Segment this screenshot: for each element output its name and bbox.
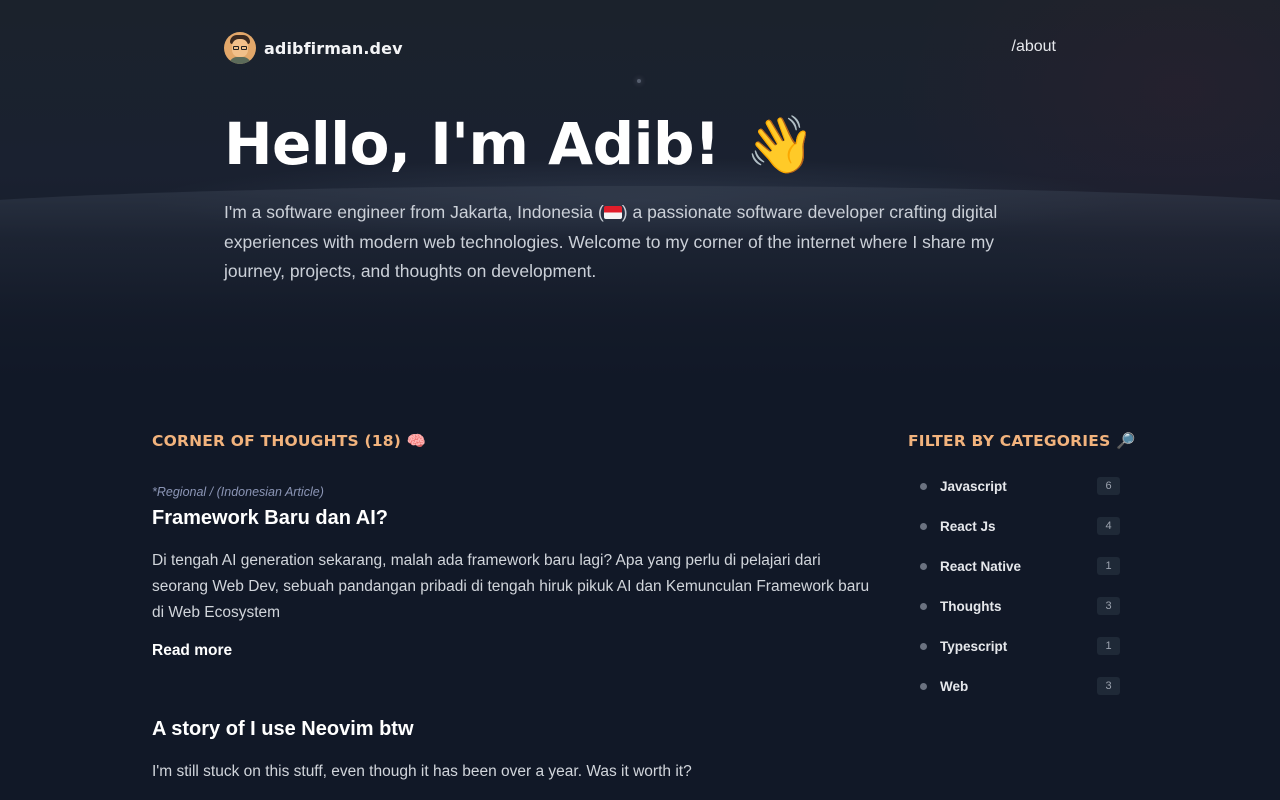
read-more-link[interactable]: Read more [152,642,232,660]
brand-link[interactable]: adibfirman.dev [224,32,403,64]
category-item-thoughts[interactable]: Thoughts 3 [920,596,1120,616]
post-title-link[interactable]: Framework Baru dan AI? [152,504,388,532]
hero-description: I'm a software engineer from Jakarta, In… [224,198,1024,287]
star-decoration [637,79,641,83]
category-label: Thoughts [940,598,1002,614]
bullet-dot-icon [920,482,927,490]
page: adibfirman.dev /about Hello, I'm Adib! 👋… [0,0,1280,800]
category-item-typescript[interactable]: Typescript 1 [920,636,1120,656]
category-label: Web [940,678,969,694]
hero-description-part1: I'm a software engineer from Jakarta, In… [224,202,604,222]
category-count-badge: 1 [1097,637,1120,655]
bullet-dot-icon [920,522,927,530]
category-label: Typescript [940,638,1008,654]
avatar [224,32,256,64]
nav-about-link[interactable]: /about [1012,38,1056,56]
bullet-dot-icon [920,562,927,570]
bullet-dot-icon [920,642,927,650]
indonesia-flag-icon [603,206,622,219]
filter-section-heading: FILTER BY CATEGORIES 🔎 [908,432,1136,450]
category-item-web[interactable]: Web 3 [920,676,1120,696]
hero-title-text: Hello, I'm Adib! [224,110,720,178]
category-count-badge: 4 [1097,517,1120,535]
category-count-badge: 6 [1097,477,1120,495]
site-header: adibfirman.dev /about [224,32,1056,64]
post-excerpt: Di tengah AI generation sekarang, malah … [152,552,870,621]
brand-name: adibfirman.dev [264,38,403,58]
category-count-badge: 1 [1097,557,1120,575]
category-item-react-native[interactable]: React Native 1 [920,556,1120,576]
category-count-badge: 3 [1097,597,1120,615]
category-count-badge: 3 [1097,677,1120,695]
bullet-dot-icon [920,602,927,610]
category-label: React Js [940,518,996,534]
category-label: Javascript [940,478,1007,494]
category-item-javascript[interactable]: Javascript 6 [920,476,1120,496]
bullet-dot-icon [920,682,927,690]
post-excerpt: I'm still stuck on this stuff, even thou… [152,763,692,780]
posts-section-heading: CORNER OF THOUGHTS (18) 🧠 [152,432,427,450]
category-label: React Native [940,558,1022,574]
post-title-link[interactable]: A story of I use Neovim btw [152,715,414,743]
post-category: *Regional / (Indonesian Article) [152,485,324,499]
hero-title: Hello, I'm Adib! 👋 [224,108,815,182]
category-item-react-js[interactable]: React Js 4 [920,516,1120,536]
waving-hand-emoji: 👋 [745,113,816,178]
